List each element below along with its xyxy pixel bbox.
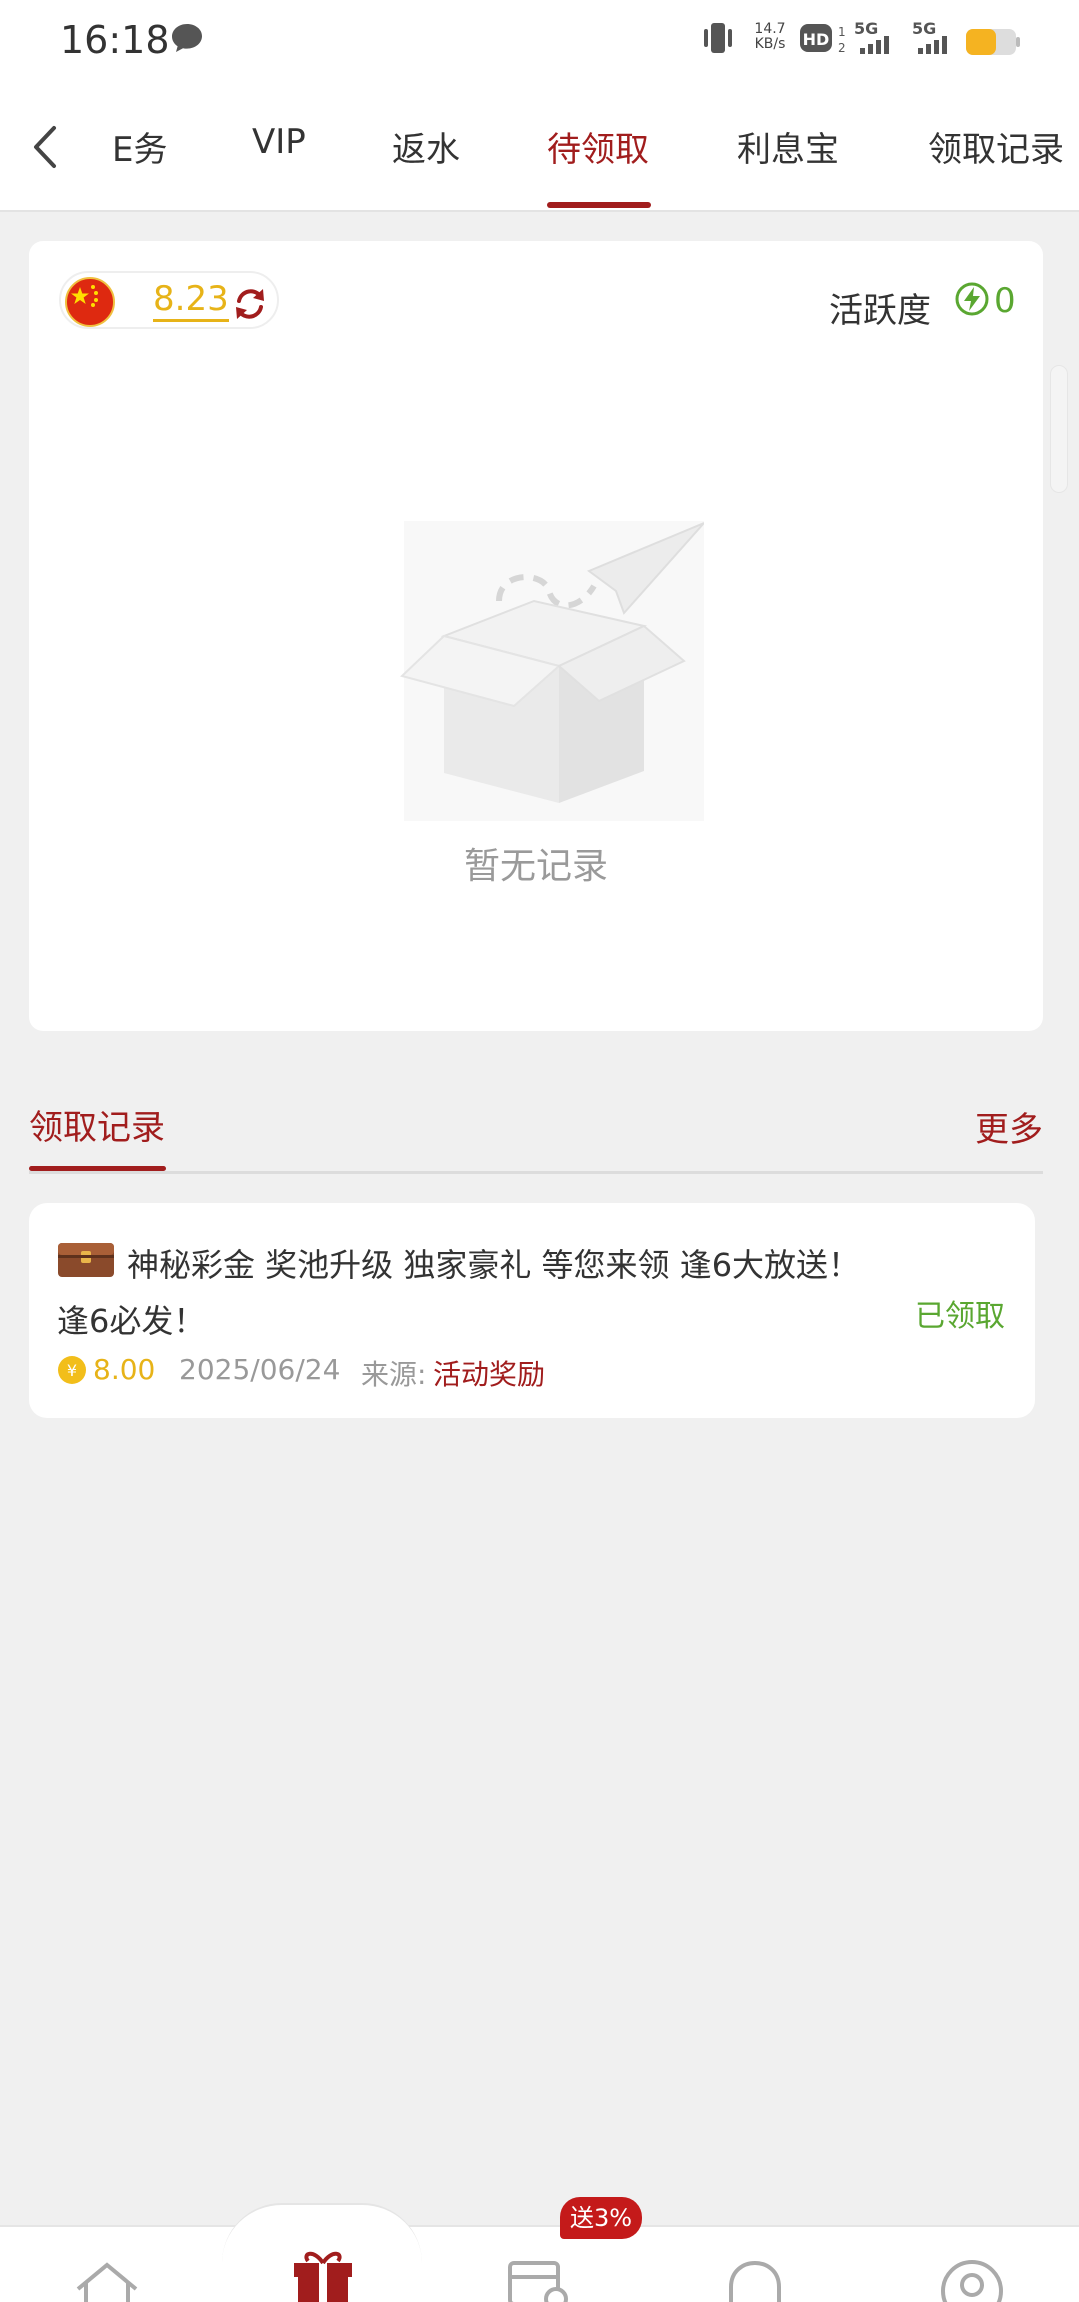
empty-box-illustration xyxy=(384,501,705,825)
record-card[interactable]: 神秘彩金 奖池升级 独家豪礼 等您来领 逢6大放送！逢6必发！ 已领取 ¥ 8.… xyxy=(29,1203,1035,1418)
signal-1-label: 5G xyxy=(854,19,878,38)
record-title: 神秘彩金 奖池升级 独家豪礼 等您来领 逢6大放送！逢6必发！ xyxy=(57,1246,861,1340)
promo-badge: 送3% xyxy=(560,2197,643,2239)
refresh-icon[interactable] xyxy=(231,285,269,327)
hd-label: HD xyxy=(803,30,830,49)
records-section-title: 领取记录 xyxy=(29,1108,165,1148)
record-icon[interactable] xyxy=(506,2259,576,2302)
balance-pill[interactable]: 8.23 xyxy=(59,271,279,329)
active-tab-underline xyxy=(547,202,651,208)
record-amount: 8.00 xyxy=(93,1353,156,1386)
tab-interest[interactable]: 利息宝 xyxy=(737,122,839,171)
pending-rewards-card: 8.23 活跃度 0 暂无记录 xyxy=(29,241,1043,1031)
record-source-label: 来源: xyxy=(361,1358,427,1391)
net-speed-unit: KB/s xyxy=(754,36,786,52)
svg-text:¥: ¥ xyxy=(67,1361,77,1380)
signal-2-label: 5G xyxy=(912,19,936,38)
activity-value: 0 xyxy=(994,281,1016,321)
more-link[interactable]: 更多 xyxy=(975,1102,1043,1151)
section-title-underline xyxy=(29,1166,166,1171)
balance-value: 8.23 xyxy=(153,281,229,322)
signal-icon: 5G xyxy=(910,18,960,62)
activity-label: 活跃度 xyxy=(829,291,931,331)
chat-bubble-icon xyxy=(170,22,204,58)
signal-icon: 5G xyxy=(852,18,902,62)
tab-claim-records[interactable]: 领取记录 xyxy=(928,122,1064,171)
gift-icon[interactable] xyxy=(292,2247,354,2302)
china-flag-icon xyxy=(65,277,115,331)
status-time: 16:18 xyxy=(60,18,170,62)
record-date: 2025/06/24 xyxy=(179,1353,341,1386)
status-bar: 16:18 14.7 KB/s HD 1 2 5G 5G xyxy=(0,0,1079,80)
net-speed-value: 14.7 xyxy=(754,21,786,37)
record-status: 已领取 xyxy=(915,1299,1005,1334)
tab-vip[interactable]: VIP xyxy=(252,122,306,162)
lightning-icon xyxy=(954,281,990,321)
battery-icon xyxy=(965,28,1021,60)
tab-tasks[interactable]: E务 xyxy=(112,122,167,171)
record-source-value: 活动奖励 xyxy=(433,1358,546,1391)
back-icon[interactable] xyxy=(30,122,60,176)
top-nav: E务 VIP 返水 待领取 利息宝 领取记录 xyxy=(0,80,1079,212)
support-icon[interactable] xyxy=(725,2259,785,2302)
net-speed: 14.7 KB/s xyxy=(750,22,790,52)
vibrate-icon xyxy=(700,20,736,60)
hd-icon: HD 1 2 xyxy=(800,22,846,60)
tab-pending[interactable]: 待领取 xyxy=(547,122,649,171)
empty-state-text: 暂无记录 xyxy=(463,846,608,887)
svg-text:2: 2 xyxy=(838,41,846,55)
svg-text:1: 1 xyxy=(838,25,846,39)
home-icon[interactable] xyxy=(72,2259,142,2302)
coin-icon: ¥ xyxy=(57,1355,87,1389)
records-section-header: 领取记录 更多 xyxy=(29,1090,1043,1174)
tab-rebate[interactable]: 返水 xyxy=(392,122,460,171)
bottom-nav: 送3% xyxy=(0,2197,1079,2302)
scrollbar[interactable] xyxy=(1050,365,1068,493)
profile-icon[interactable] xyxy=(940,2259,1004,2302)
